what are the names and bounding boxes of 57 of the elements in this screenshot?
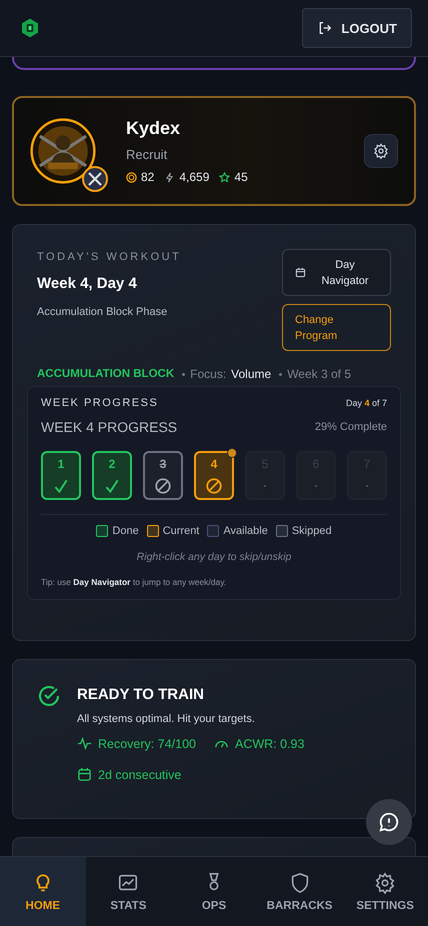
percent-complete: 29% Complete [314,421,387,433]
settings-icon [373,143,389,159]
day-tile[interactable]: 4 [194,451,234,500]
change-program-button[interactable]: Change Program [282,304,391,351]
block-name: ACCUMULATION BLOCK [37,368,174,380]
metric-text: Recovery: 74/100 [98,736,196,750]
player-rank: Recruit [126,147,168,162]
panel-heading: WEEK PROGRESS [41,397,158,409]
workout-title: Week 4, Day 4 [37,275,138,292]
tip-text: Tip: use Day Navigator to jump to any week/day. [41,577,228,587]
stat-value: 45 [234,170,248,184]
day-tile[interactable]: 2 [92,451,132,500]
settings-button[interactable] [364,134,398,168]
nav-tab[interactable]: BARRACKS [256,857,342,926]
settings-icon [374,872,396,894]
logout-button[interactable]: LOGOUT [302,8,412,48]
nav-tab[interactable]: STATS [86,857,172,926]
focus-label: Focus: [190,367,226,381]
stat-value: 82 [141,170,154,184]
check-icon [52,477,70,495]
readiness-title: READY TO TRAIN [77,686,205,703]
hint-text: Right-click any day to skip/unskip [136,551,292,563]
check-circle-icon [37,684,61,708]
legend-label: Done [112,525,139,537]
coin-icon [126,172,137,182]
day-counter: Day 4 of 7 [346,398,387,408]
readiness-message: All systems optimal. Hit your targets. [77,713,256,725]
metric-text: ACWR: 0.93 [234,736,304,750]
day-navigator-button[interactable]: Day Navigator [282,249,391,296]
calendar-icon [295,267,306,278]
legend-label: Available [223,525,268,537]
week-count: Week 3 of 5 [287,367,352,381]
week-progress-title: WEEK 4 PROGRESS [41,419,178,435]
phase-text: Accumulation Block Phase [37,306,168,318]
check-icon [103,477,121,495]
bolt-icon [164,172,176,182]
nav-tab[interactable]: SETTINGS [342,857,428,926]
focus-value: Volume [231,367,272,381]
calendar-icon [77,767,92,782]
nav-tab[interactable]: OPS [171,857,257,926]
pulse-icon [77,736,92,751]
ban-icon [205,477,223,495]
stat-value: 4,659 [179,170,210,184]
section-label: TODAY'S WORKOUT [37,251,182,263]
day-tile[interactable]: 1 [41,451,81,500]
player-name: Kydex [126,118,182,139]
legend-label: Current [162,525,200,537]
logo-icon [20,18,40,38]
logout-icon [317,20,334,36]
alert-chat-icon [378,811,400,833]
nav-tab[interactable]: HOME [0,857,86,926]
star-icon [219,172,230,182]
current-indicator [227,448,237,458]
legend-label: Skipped [292,525,332,537]
metric-text: 2d consecutive [98,768,182,782]
day-tile[interactable]: 3 [143,451,183,500]
ban-icon [154,477,172,495]
